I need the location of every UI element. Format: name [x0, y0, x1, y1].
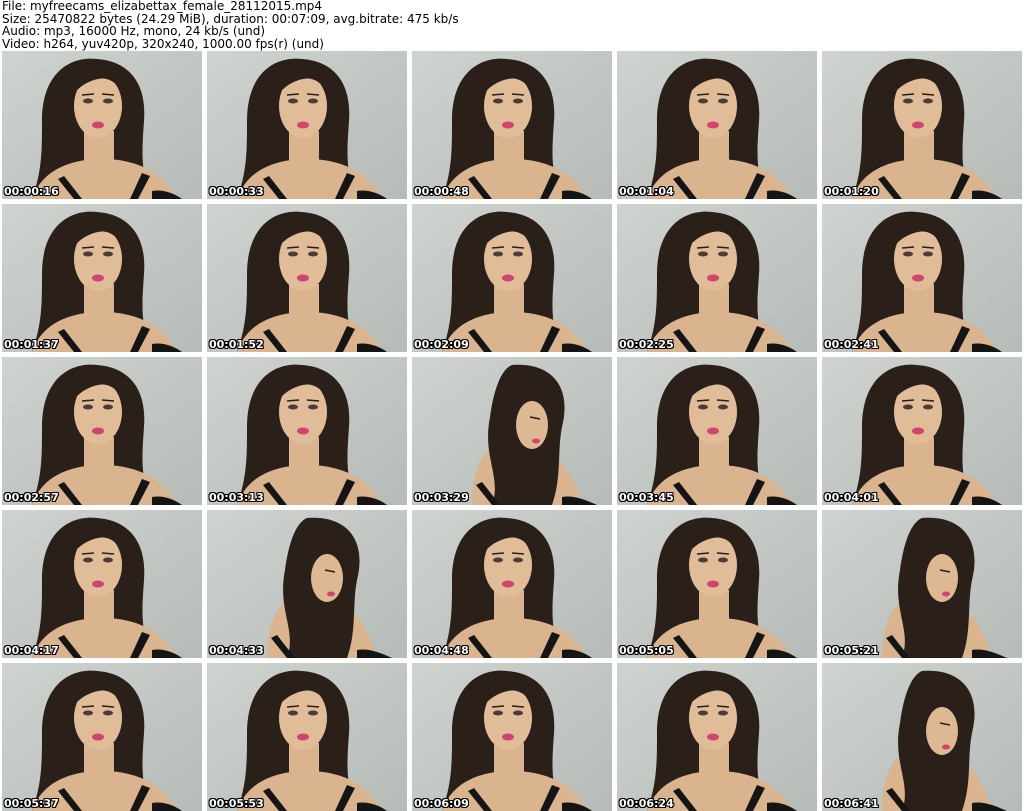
- thumbnail-image: [412, 510, 612, 658]
- timestamp-label: 00:02:25: [619, 338, 674, 351]
- timestamp-label: 00:03:45: [619, 491, 674, 504]
- thumbnail[interactable]: 00:06:41: [822, 663, 1022, 811]
- contact-sheet: File: myfreecams_elizabettax_female_2811…: [0, 0, 1024, 811]
- thumbnail-image: [617, 357, 817, 505]
- timestamp-label: 00:05:53: [209, 797, 264, 810]
- thumbnail-image: [412, 357, 612, 505]
- thumbnail[interactable]: 00:06:09: [412, 663, 612, 811]
- thumbnail-image: [822, 51, 1022, 199]
- timestamp-label: 00:02:41: [824, 338, 879, 351]
- thumbnail-image: [412, 51, 612, 199]
- timestamp-label: 00:02:57: [4, 491, 59, 504]
- thumbnail-image: [822, 357, 1022, 505]
- thumbnail[interactable]: 00:05:05: [617, 510, 817, 658]
- audio-info-line: Audio: mp3, 16000 Hz, mono, 24 kb/s (und…: [2, 24, 266, 38]
- timestamp-label: 00:01:04: [619, 185, 674, 198]
- timestamp-label: 00:05:21: [824, 644, 879, 657]
- thumbnail[interactable]: 00:05:53: [207, 663, 407, 811]
- thumbnail-image: [822, 510, 1022, 658]
- thumbnail[interactable]: 00:03:13: [207, 357, 407, 505]
- thumbnail[interactable]: 00:01:52: [207, 204, 407, 352]
- thumbnail-image: [2, 663, 202, 811]
- timestamp-label: 00:05:37: [4, 797, 59, 810]
- thumbnail-image: [2, 51, 202, 199]
- thumbnail[interactable]: 00:02:25: [617, 204, 817, 352]
- thumbnail-image: [207, 51, 407, 199]
- thumbnail-image: [617, 663, 817, 811]
- thumbnail[interactable]: 00:02:09: [412, 204, 612, 352]
- thumbnail-image: [2, 510, 202, 658]
- thumbnail-image: [207, 663, 407, 811]
- thumbnail[interactable]: 00:04:17: [2, 510, 202, 658]
- thumbnail-grid: 00:00:16 00:00:33 00:00:48 00:01:04 00:0…: [2, 51, 1022, 811]
- timestamp-label: 00:00:48: [414, 185, 469, 198]
- timestamp-label: 00:01:37: [4, 338, 59, 351]
- thumbnail[interactable]: 00:00:16: [2, 51, 202, 199]
- thumbnail-image: [207, 510, 407, 658]
- file-info-header: File: myfreecams_elizabettax_female_2811…: [2, 0, 1022, 50]
- thumbnail-image: [822, 204, 1022, 352]
- thumbnail[interactable]: 00:01:20: [822, 51, 1022, 199]
- thumbnail[interactable]: 00:03:45: [617, 357, 817, 505]
- thumbnail[interactable]: 00:05:37: [2, 663, 202, 811]
- video-info-line: Video: h264, yuv420p, 320x240, 1000.00 f…: [2, 36, 324, 51]
- thumbnail[interactable]: 00:06:24: [617, 663, 817, 811]
- thumbnail-image: [207, 357, 407, 505]
- timestamp-label: 00:01:20: [824, 185, 879, 198]
- timestamp-label: 00:03:13: [209, 491, 264, 504]
- thumbnail-image: [822, 663, 1022, 811]
- thumbnail[interactable]: 00:01:04: [617, 51, 817, 199]
- timestamp-label: 00:04:01: [824, 491, 879, 504]
- thumbnail[interactable]: 00:03:29: [412, 357, 612, 505]
- timestamp-label: 00:06:41: [824, 797, 879, 810]
- thumbnail[interactable]: 00:02:41: [822, 204, 1022, 352]
- thumbnail-image: [617, 204, 817, 352]
- timestamp-label: 00:02:09: [414, 338, 469, 351]
- timestamp-label: 00:00:33: [209, 185, 264, 198]
- thumbnail-image: [412, 204, 612, 352]
- thumbnail[interactable]: 00:05:21: [822, 510, 1022, 658]
- thumbnail-image: [2, 357, 202, 505]
- file-name-line: File: myfreecams_elizabettax_female_2811…: [2, 0, 323, 13]
- timestamp-label: 00:03:29: [414, 491, 469, 504]
- timestamp-label: 00:04:48: [414, 644, 469, 657]
- timestamp-label: 00:04:17: [4, 644, 59, 657]
- timestamp-label: 00:06:24: [619, 797, 674, 810]
- thumbnail-image: [617, 51, 817, 199]
- thumbnail[interactable]: 00:01:37: [2, 204, 202, 352]
- timestamp-label: 00:06:09: [414, 797, 469, 810]
- thumbnail-image: [207, 204, 407, 352]
- timestamp-label: 00:05:05: [619, 644, 674, 657]
- thumbnail[interactable]: 00:00:48: [412, 51, 612, 199]
- thumbnail-image: [412, 663, 612, 811]
- thumbnail-image: [617, 510, 817, 658]
- thumbnail[interactable]: 00:04:01: [822, 357, 1022, 505]
- thumbnail-image: [2, 204, 202, 352]
- timestamp-label: 00:04:33: [209, 644, 264, 657]
- thumbnail[interactable]: 00:02:57: [2, 357, 202, 505]
- thumbnail[interactable]: 00:04:48: [412, 510, 612, 658]
- timestamp-label: 00:00:16: [4, 185, 59, 198]
- thumbnail[interactable]: 00:00:33: [207, 51, 407, 199]
- thumbnail[interactable]: 00:04:33: [207, 510, 407, 658]
- timestamp-label: 00:01:52: [209, 338, 264, 351]
